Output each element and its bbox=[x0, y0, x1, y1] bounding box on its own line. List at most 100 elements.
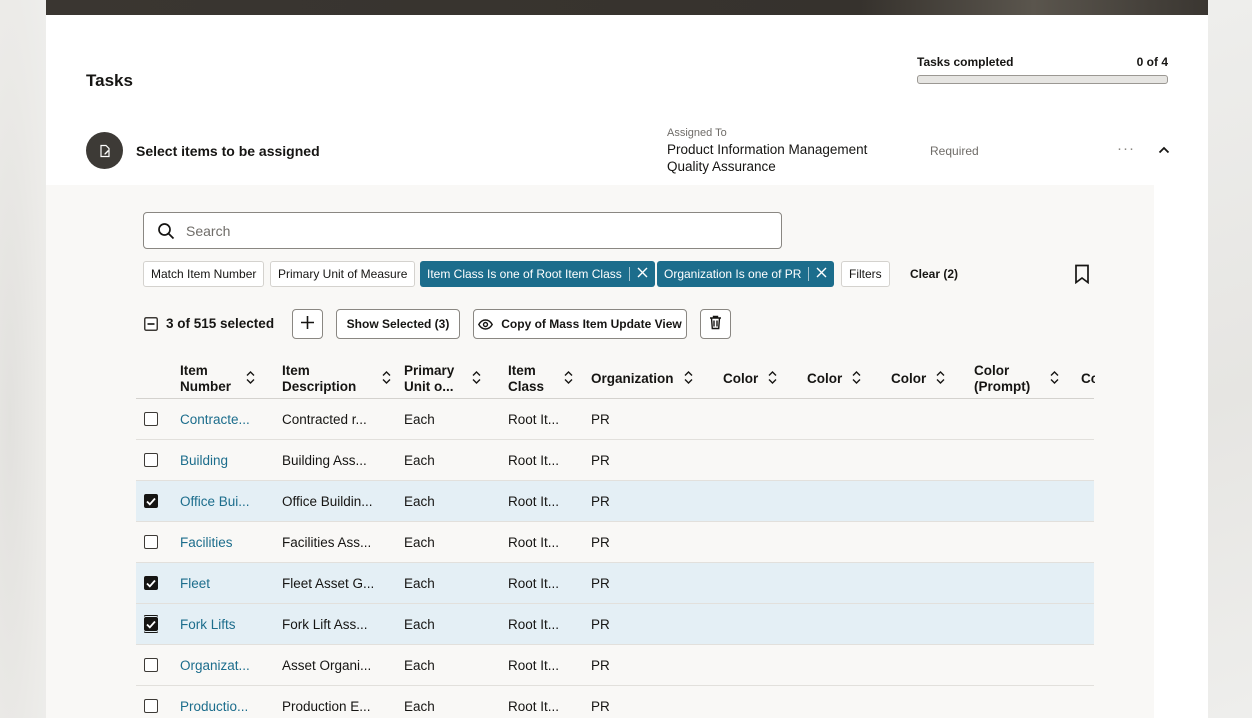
cell-organization: PR bbox=[591, 493, 610, 509]
cell-description: Building Ass... bbox=[282, 452, 367, 468]
chip-separator bbox=[808, 267, 810, 281]
sort-icon[interactable] bbox=[684, 370, 693, 388]
table-body: Contracte... Contracted r... Each Root It..… bbox=[136, 399, 1094, 718]
cell-description: Fleet Asset G... bbox=[282, 575, 375, 591]
row-checkbox[interactable] bbox=[144, 699, 158, 713]
column-header[interactable]: Item Class bbox=[508, 359, 573, 399]
column-header[interactable]: Organization bbox=[591, 359, 693, 399]
cell-uom: Each bbox=[404, 616, 435, 632]
filters-button[interactable]: Filters bbox=[841, 261, 890, 287]
column-header-label: Item Description bbox=[282, 363, 357, 394]
assigned-to-label: Assigned To bbox=[667, 127, 727, 139]
row-checkbox[interactable] bbox=[144, 576, 158, 590]
item-number-link[interactable]: Fleet bbox=[180, 563, 210, 603]
sort-icon[interactable] bbox=[472, 370, 481, 388]
items-table: Item Number Item Description Primary Unit … bbox=[136, 359, 1095, 718]
table-row[interactable]: Facilities Facilities Ass... Each Root It..… bbox=[136, 522, 1094, 563]
table-row[interactable]: Office Bui... Office Buildin... Each Root I… bbox=[136, 481, 1094, 522]
item-number-link[interactable]: Office Bui... bbox=[180, 481, 250, 521]
row-checkbox[interactable] bbox=[144, 412, 158, 426]
sort-icon[interactable] bbox=[936, 370, 945, 388]
sort-icon[interactable] bbox=[1050, 370, 1059, 388]
table-row[interactable]: Productio... Production E... Each Root It..… bbox=[136, 686, 1094, 718]
search-field[interactable] bbox=[143, 212, 782, 249]
filter-chip-label: Primary Unit of Measure bbox=[278, 267, 408, 281]
search-input[interactable] bbox=[186, 221, 766, 241]
task-row[interactable]: Select items to be assigned Assigned To … bbox=[46, 118, 1208, 184]
row-checkbox[interactable] bbox=[144, 658, 158, 672]
table-row[interactable]: Organizat... Asset Organi... Each Root It..… bbox=[136, 645, 1094, 686]
row-checkbox[interactable] bbox=[144, 535, 158, 549]
table-row[interactable]: Contracte... Contracted r... Each Root It..… bbox=[136, 399, 1094, 440]
clear-filters-link[interactable]: Clear (2) bbox=[910, 267, 958, 281]
item-number-link[interactable]: Productio... bbox=[180, 686, 248, 718]
cell-organization: PR bbox=[591, 698, 610, 714]
filter-chip-label: Item Class Is one of Root Item Class bbox=[427, 267, 622, 281]
column-header[interactable]: Primary Unit o... bbox=[404, 359, 481, 399]
row-checkbox[interactable] bbox=[144, 453, 158, 467]
tasks-card: Tasks Tasks completed 0 of 4 Select item… bbox=[46, 0, 1208, 718]
row-checkbox-cell bbox=[144, 686, 158, 718]
filter-chip-item-class[interactable]: Item Class Is one of Root Item Class bbox=[420, 261, 655, 287]
filter-chip-match-item-number[interactable]: Match Item Number bbox=[143, 261, 265, 287]
column-header[interactable]: Color bbox=[807, 359, 861, 399]
column-header-label: Item Class bbox=[508, 363, 545, 394]
chip-separator bbox=[628, 267, 630, 281]
item-number-link[interactable]: Building bbox=[180, 440, 228, 480]
close-icon[interactable] bbox=[637, 267, 648, 281]
filter-chip-organization[interactable]: Organization Is one of PR bbox=[657, 261, 835, 287]
column-header[interactable]: Color bbox=[891, 359, 945, 399]
cell-item-class: Root It... bbox=[508, 575, 560, 591]
row-checkbox-cell bbox=[144, 604, 158, 644]
sort-icon[interactable] bbox=[246, 370, 255, 388]
cell-item-class: Root It... bbox=[508, 452, 560, 468]
table-header: Item Number Item Description Primary Unit … bbox=[136, 359, 1095, 399]
search-icon bbox=[157, 222, 175, 245]
row-checkbox-cell bbox=[144, 645, 158, 685]
sort-icon[interactable] bbox=[382, 370, 391, 388]
item-number-link[interactable]: Facilities bbox=[180, 522, 233, 562]
chevron-up-icon[interactable] bbox=[1152, 138, 1176, 162]
column-header[interactable]: Cc bbox=[1081, 359, 1095, 399]
cell-description: Production E... bbox=[282, 698, 371, 714]
sort-icon[interactable] bbox=[768, 370, 777, 388]
eye-icon bbox=[478, 318, 494, 330]
table-row[interactable]: Fleet Fleet Asset G... Each Root It... PR bbox=[136, 563, 1094, 604]
column-header-label: Color bbox=[807, 371, 843, 386]
cell-uom: Each bbox=[404, 411, 435, 427]
filter-chip-primary-uom[interactable]: Primary Unit of Measure bbox=[270, 261, 416, 287]
sort-icon[interactable] bbox=[564, 370, 573, 388]
row-checkbox-cell bbox=[144, 563, 158, 603]
view-selector-button[interactable]: Copy of Mass Item Update View bbox=[473, 309, 687, 339]
top-banner-image bbox=[46, 0, 1208, 15]
table-row[interactable]: Fork Lifts Fork Lift Ass... Each Root It...… bbox=[136, 604, 1094, 645]
column-header[interactable]: Item Description bbox=[282, 359, 391, 399]
sort-icon[interactable] bbox=[852, 370, 861, 388]
column-header[interactable]: Color bbox=[723, 359, 777, 399]
cell-uom: Each bbox=[404, 493, 435, 509]
row-checkbox[interactable] bbox=[144, 614, 158, 634]
row-checkbox-cell bbox=[144, 440, 158, 480]
column-header-label: Primary Unit o... bbox=[404, 363, 455, 394]
table-row[interactable]: Building Building Ass... Each Root It... PR bbox=[136, 440, 1094, 481]
add-button[interactable] bbox=[292, 309, 323, 339]
bookmark-icon[interactable] bbox=[1074, 264, 1090, 289]
cell-description: Facilities Ass... bbox=[282, 534, 372, 550]
task-status: Required bbox=[930, 144, 979, 158]
view-label: Copy of Mass Item Update View bbox=[501, 317, 682, 331]
row-checkbox[interactable] bbox=[144, 494, 158, 508]
show-selected-label: Show Selected (3) bbox=[346, 317, 450, 331]
progress-label: Tasks completed bbox=[917, 55, 1014, 69]
column-header[interactable]: Item Number bbox=[180, 359, 255, 399]
cell-organization: PR bbox=[591, 657, 610, 673]
close-icon[interactable] bbox=[816, 267, 827, 281]
select-all-checkbox[interactable] bbox=[144, 317, 158, 336]
more-actions-button[interactable]: ··· bbox=[1114, 138, 1138, 162]
show-selected-button[interactable]: Show Selected (3) bbox=[336, 309, 460, 339]
item-number-link[interactable]: Fork Lifts bbox=[180, 604, 236, 644]
delete-button[interactable] bbox=[700, 309, 731, 339]
cell-uom: Each bbox=[404, 698, 435, 714]
item-number-link[interactable]: Organizat... bbox=[180, 645, 250, 685]
item-number-link[interactable]: Contracte... bbox=[180, 399, 250, 439]
column-header[interactable]: Color (Prompt) bbox=[974, 359, 1059, 399]
